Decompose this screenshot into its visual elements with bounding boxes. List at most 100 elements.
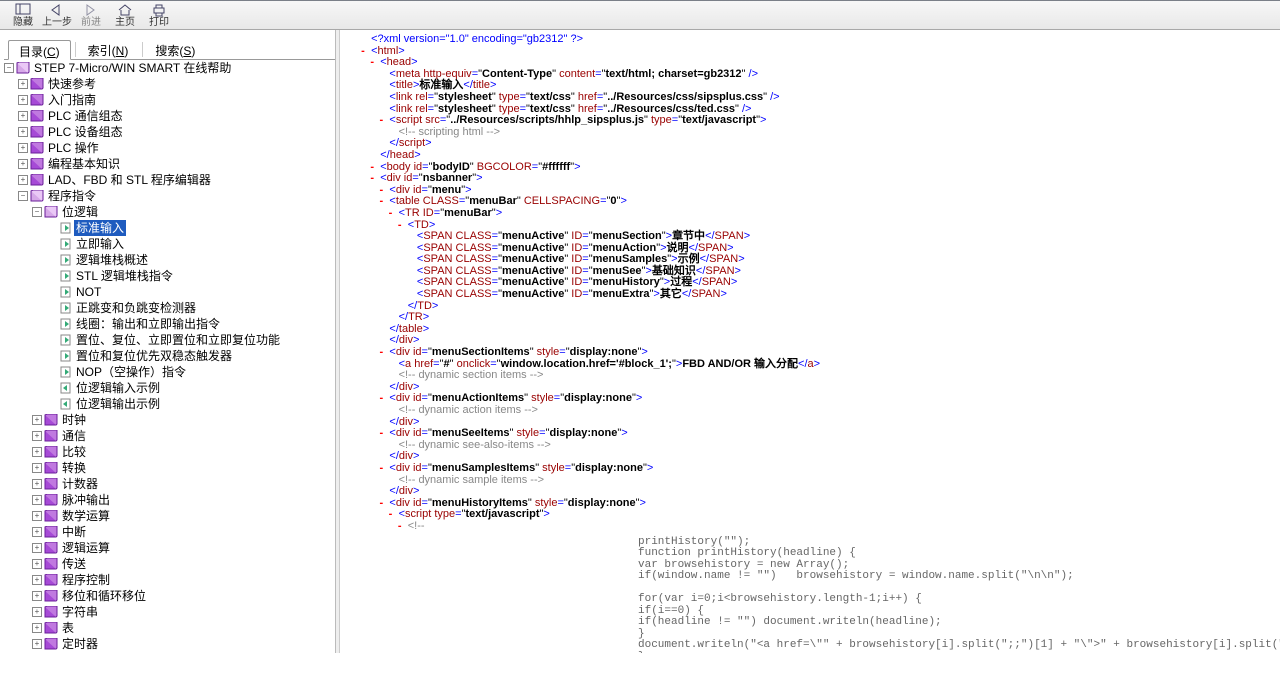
tab-toc-u: C [47,45,56,59]
tree-n8_14[interactable]: +字符串 [32,604,335,620]
tree-n7[interactable]: +LAD、FBD 和 STL 程序编辑器 [18,172,335,188]
tree-twisty[interactable]: + [32,495,42,505]
tree-twisty[interactable]: + [18,79,28,89]
tree-n4-label: PLC 设备组态 [46,124,125,140]
tab-toc-pre: 目录( [19,45,47,59]
tree-n8_11[interactable]: + 传送 [32,556,335,572]
tree-n8_16-label: 定时器 [60,636,100,652]
tree-n3[interactable]: +PLC 通信组态 [18,108,335,124]
tree-n8_1_1[interactable]: 标准输入 [46,220,335,236]
tree-n8_1[interactable]: −位逻辑 [32,204,335,220]
tree-n6[interactable]: + 编程基本知识 [18,156,335,172]
tree-n8_13[interactable]: +移位和循环移位 [32,588,335,604]
tree-n8_7[interactable]: + 脉冲输出 [32,492,335,508]
tree-n8[interactable]: − 程序指令 [18,188,335,204]
tree-n8_1_2-label: 立即输入 [74,236,126,252]
tree-n8_12[interactable]: + 程序控制 [32,572,335,588]
tree-n8-label: 程序指令 [46,188,98,204]
tab-index[interactable]: 索引(N) [78,40,139,59]
tree-n8_1_8-label: 置位、复位、立即置位和立即复位功能 [74,332,282,348]
tab-search[interactable]: 搜索(S) [145,40,205,59]
tree-n8_5[interactable]: +转换 [32,460,335,476]
tab-toc[interactable]: 目录(C) [8,40,71,60]
tree-n8_1_9[interactable]: 置位和复位优先双稳态触发器 [46,348,335,364]
tree-twisty[interactable]: + [32,479,42,489]
tb-forward[interactable]: 前进 [74,1,108,29]
tree-twisty[interactable]: + [32,431,42,441]
tree-twisty[interactable]: + [32,463,42,473]
tree-twisty[interactable]: + [32,527,42,537]
tree-twisty[interactable]: + [18,143,28,153]
tree-twisty[interactable]: + [18,159,28,169]
tree-n8_4-label: 比较 [60,444,88,460]
tree-twisty[interactable]: + [18,175,28,185]
tree-n8_17-label: 子例程 [60,652,100,653]
xml-source: <?xml version="1.0" encoding="gb2312" ?>… [358,34,1276,653]
tree-n8_1_5[interactable]: NOT [46,284,335,300]
tree-n8_15[interactable]: +表 [32,620,335,636]
tree-twisty[interactable]: + [32,447,42,457]
tree-twisty[interactable]: + [32,511,42,521]
tree-twisty[interactable]: + [32,623,42,633]
tree-n8_7-label: 脉冲输出 [60,492,112,508]
tree-n8_17[interactable]: +子例程 [32,652,335,653]
tree-n8_11-label: 传送 [60,556,88,572]
tree-twisty[interactable]: − [32,207,42,217]
toc-tree: −STEP 7-Micro/WIN SMART 在线帮助+快速参考+入门指南+P… [4,60,335,653]
tree-n8_1_10[interactable]: NOP（空操作）指令 [46,364,335,380]
tree-twisty[interactable]: + [32,543,42,553]
tree-n8_2[interactable]: +时钟 [32,412,335,428]
tree-twisty[interactable]: − [18,191,28,201]
tree-n8_1_6-label: 正跳变和负跳变检测器 [74,300,198,316]
tree-n8_1_7-label: 线圈：输出和立即输出指令 [74,316,222,332]
tree-n8_8[interactable]: + 数学运算 [32,508,335,524]
tree-twisty[interactable]: + [32,607,42,617]
tb-print[interactable]: 打印 [142,1,176,29]
tree-n8_10[interactable]: +逻辑运算 [32,540,335,556]
tree-twisty[interactable]: − [4,63,14,73]
tree-n8_12-label: 程序控制 [60,572,112,588]
tree-n8_1_6[interactable]: 正跳变和负跳变检测器 [46,300,335,316]
tree-n1[interactable]: + 快速参考 [18,76,335,92]
tb-back[interactable]: 上一步 [40,1,74,29]
tb-home[interactable]: 主页 [108,1,142,29]
tab-sep [142,42,143,57]
tree-n2[interactable]: +入门指南 [18,92,335,108]
tree-n8_4[interactable]: + 比较 [32,444,335,460]
tree-n8_1_4[interactable]: STL 逻辑堆栈指令 [46,268,335,284]
tree-n8_6-label: 计数器 [60,476,100,492]
tree-n1-label: 快速参考 [46,76,98,92]
tree-twisty[interactable]: + [32,575,42,585]
tb-hide[interactable]: 隐藏 [6,1,40,29]
tree-twisty[interactable]: + [32,415,42,425]
tree-n6-label: 编程基本知识 [46,156,122,172]
tree-n4[interactable]: + PLC 设备组态 [18,124,335,140]
tree-root[interactable]: −STEP 7-Micro/WIN SMART 在线帮助 [4,60,335,76]
tree-n8_1_2[interactable]: 立即输入 [46,236,335,252]
tree-twisty[interactable]: + [18,111,28,121]
tree-twisty[interactable]: + [32,591,42,601]
tab-search-pre: 搜索( [155,44,183,58]
tree-n8_1_12[interactable]: 位逻辑输出示例 [46,396,335,412]
tree-n8_1_11[interactable]: 位逻辑输入示例 [46,380,335,396]
tree-n8_1_3[interactable]: 逻辑堆栈概述 [46,252,335,268]
tab-toc-post: ) [56,45,60,59]
tree-twisty[interactable]: + [32,559,42,569]
tree-twisty[interactable]: + [18,95,28,105]
tb-hide-label: 隐藏 [13,18,33,28]
forward-icon [83,3,99,17]
tree-n8_1_8[interactable]: 置位、复位、立即置位和立即复位功能 [46,332,335,348]
tree-n8_9-label: 中断 [60,524,88,540]
tree-n8_3[interactable]: +通信 [32,428,335,444]
tree-n8_1_7[interactable]: 线圈：输出和立即输出指令 [46,316,335,332]
help-toolbar: 隐藏 上一步 前进 主页 打印 [0,0,1280,30]
tree-n8_1_3-label: 逻辑堆栈概述 [74,252,150,268]
tree-n8_8-label: 数学运算 [60,508,112,524]
tree-n8_16[interactable]: + 定时器 [32,636,335,652]
tree-n8_9[interactable]: + 中断 [32,524,335,540]
tree-n8_6[interactable]: + 计数器 [32,476,335,492]
tree-twisty[interactable]: + [32,639,42,649]
tb-forward-label: 前进 [81,18,101,28]
tree-twisty[interactable]: + [18,127,28,137]
tree-n5[interactable]: +PLC 操作 [18,140,335,156]
